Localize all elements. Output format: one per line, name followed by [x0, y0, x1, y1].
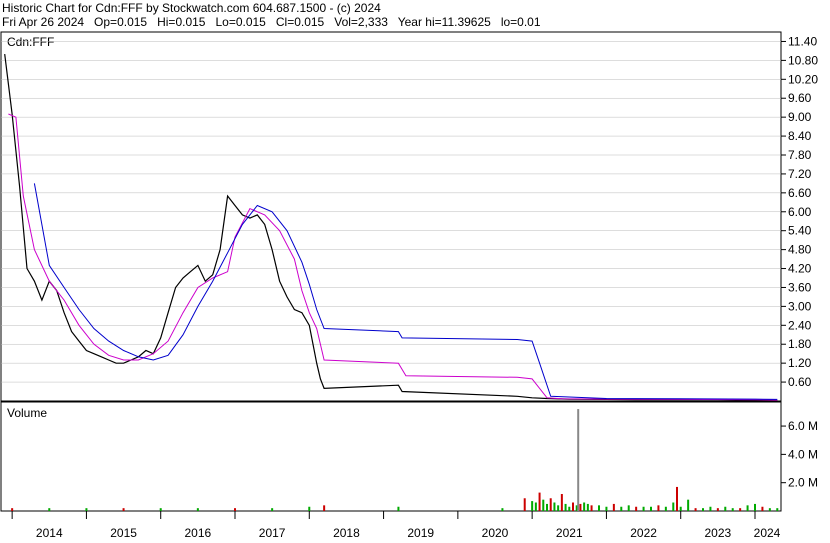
volume-bar — [560, 494, 563, 511]
volume-tick-label: 4.0 M — [788, 447, 818, 461]
volume-bar — [271, 508, 274, 511]
volume-bar — [739, 508, 742, 511]
volume-bar — [397, 506, 400, 511]
volume-bar — [650, 506, 652, 511]
volume-bar — [642, 506, 645, 511]
volume-bar — [579, 503, 582, 511]
volume-bar — [620, 506, 623, 511]
year-label: 2019 — [407, 526, 434, 540]
volume-bar — [746, 505, 749, 511]
volume-bar — [564, 503, 567, 511]
volume-bar — [590, 505, 593, 511]
volume-tick-label: 6.0 M — [788, 419, 818, 433]
volume-bar — [724, 506, 727, 511]
volume-bar — [709, 506, 712, 511]
year-label: 2021 — [556, 526, 583, 540]
volume-bar — [627, 505, 630, 511]
volume-bar — [557, 505, 560, 511]
price-tick-label: 6.60 — [788, 186, 812, 200]
volume-bar — [679, 506, 682, 511]
price-axis: 11.40 10.80 10.20 9.60 9.00 8.40 7.80 7.20 6.60 6… — [781, 34, 818, 389]
year-label: 2022 — [630, 526, 657, 540]
price-tick-label: 10.80 — [788, 53, 818, 67]
volume-bar — [122, 508, 125, 511]
volume-panel — [0, 401, 782, 512]
year-label: 2015 — [110, 526, 137, 540]
price-tick-label: 6.00 — [788, 205, 812, 219]
year-axis: 2014 2015 2016 2017 2018 2019 2020 2021 2022 2023… — [11, 511, 781, 540]
volume-bar — [672, 502, 675, 511]
volume-bar — [694, 508, 697, 511]
volume-bar — [196, 508, 199, 511]
volume-bar — [549, 498, 552, 511]
price-tick-label: 11.40 — [788, 34, 817, 48]
volume-bar — [553, 502, 556, 511]
volume-bar — [523, 498, 526, 511]
volume-bar — [702, 508, 704, 511]
volume-bar — [716, 508, 719, 511]
price-tick-label: 4.20 — [788, 262, 812, 276]
volume-bar — [323, 505, 326, 511]
stock-chart: Cdn:FFF Volume 11.40 10.80 10.20 9.60 9.00 8.… — [0, 31, 818, 540]
volume-bar — [657, 505, 660, 511]
year-label: 2023 — [705, 526, 732, 540]
price-tick-label: 10.20 — [788, 72, 818, 86]
volume-bar — [605, 506, 608, 511]
volume-bar — [676, 486, 678, 511]
price-tick-label: 4.80 — [788, 243, 812, 257]
volume-label: Volume — [7, 406, 47, 420]
volume-bar — [731, 508, 734, 511]
volume-bar — [534, 502, 537, 511]
volume-bar — [754, 503, 756, 511]
volume-bar — [11, 508, 14, 511]
volume-bar — [234, 508, 236, 511]
year-label: 2020 — [482, 526, 509, 540]
volume-bar — [546, 503, 548, 511]
volume-bar — [583, 502, 586, 511]
volume-bar — [572, 502, 574, 511]
volume-axis: 6.0 M 4.0 M 2.0 M — [781, 419, 818, 490]
volume-bar — [664, 506, 667, 511]
price-tick-label: 2.40 — [788, 318, 812, 332]
price-tick-label: 7.80 — [788, 148, 812, 162]
volume-tick-label: 2.0 M — [788, 476, 818, 490]
volume-bar — [768, 508, 771, 511]
price-panel — [0, 31, 782, 402]
volume-bar — [159, 508, 162, 511]
volume-bar — [687, 499, 690, 511]
volume-bar — [85, 508, 88, 511]
year-label: 2018 — [333, 526, 360, 540]
volume-bar — [308, 506, 311, 511]
volume-bar — [501, 508, 504, 511]
volume-bar — [598, 505, 600, 511]
year-label: 2016 — [185, 526, 212, 540]
year-label: 2017 — [259, 526, 286, 540]
volume-bar — [538, 492, 541, 511]
price-tick-label: 7.20 — [788, 167, 812, 181]
price-tick-label: 5.40 — [788, 224, 812, 238]
volume-bar — [577, 409, 580, 511]
volume-bar — [586, 503, 589, 511]
volume-bar — [761, 506, 764, 511]
volume-bar — [542, 499, 545, 511]
symbol-label: Cdn:FFF — [7, 35, 54, 49]
price-tick-label: 9.00 — [788, 110, 812, 124]
volume-bar — [48, 508, 51, 511]
volume-bar — [531, 501, 534, 511]
year-label: 2014 — [36, 526, 63, 540]
price-tick-label: 1.80 — [788, 337, 812, 351]
price-tick-label: 3.60 — [788, 280, 812, 294]
price-tick-label: 1.20 — [788, 356, 812, 370]
price-tick-label: 0.60 — [788, 375, 812, 389]
price-tick-label: 3.00 — [788, 299, 812, 313]
year-label: 2024 — [754, 526, 781, 540]
volume-bar — [568, 506, 571, 511]
price-tick-label: 9.60 — [788, 91, 812, 105]
volume-bar — [635, 506, 638, 511]
price-tick-label: 8.40 — [788, 129, 812, 143]
volume-bar — [776, 508, 779, 511]
volume-bar — [612, 503, 615, 511]
